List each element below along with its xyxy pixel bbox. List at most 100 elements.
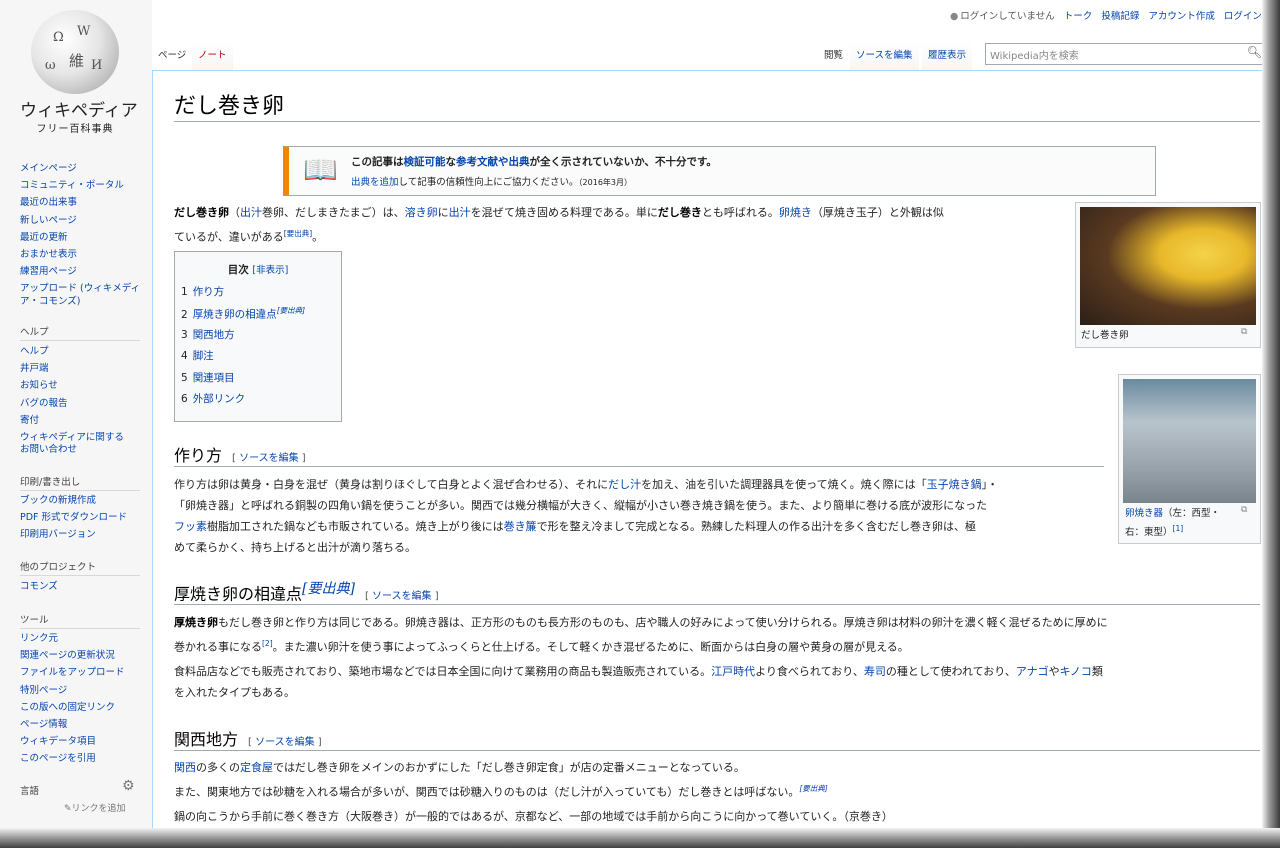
nav-village-pump[interactable]: 井戸端 (20, 360, 124, 377)
contributions-link[interactable]: 投稿記録 (1101, 11, 1139, 22)
toc-item[interactable]: 5 関連項目 (181, 370, 235, 385)
section-heading: 関西地方[ ソースを編集 ] (174, 730, 322, 749)
tab-page[interactable]: ページ (152, 42, 193, 70)
dashi-link[interactable]: 出汁 (240, 206, 262, 219)
nav-main: メインページ コミュニティ・ポータル 最近の出来事 新しいページ 最近の更新 お… (20, 160, 140, 315)
tab-read[interactable]: 閲覧 (818, 42, 850, 70)
tools-heading: ツール (20, 612, 140, 629)
add-links-button[interactable]: ✎リンクを追加 (64, 801, 126, 814)
section-paragraph: 厚焼き卵もだし巻き卵と作り方は同じである。卵焼き器は、正方形のものも長方形のもの… (174, 616, 1108, 654)
enlarge-icon[interactable]: ⧉ (1241, 505, 1247, 515)
sidebar: Ω W 維 ω И ウィキペディア フリー百科事典 メインページ コミュニティ・… (0, 0, 152, 828)
nav-current-events[interactable]: 最近の出来事 (20, 194, 140, 211)
login-link[interactable]: ログイン (1224, 11, 1262, 22)
section-divider (174, 750, 1260, 751)
edit-source-link[interactable]: ソースを編集 (255, 737, 315, 748)
toc-header: 目次 [非表示] (227, 264, 289, 276)
logo-subtitle: フリー百科事典 (36, 124, 114, 135)
thumbnail-pans: 卵焼き器（左：西型・ 右：東型）[1] ⧉ (1118, 374, 1261, 544)
thumbnail-caption: 卵焼き器（左：西型・ 右：東型）[1] (1125, 508, 1221, 539)
edit-source-link[interactable]: ソースを編集 (372, 591, 432, 602)
search-icon[interactable]: 🔍︎ (1247, 45, 1262, 59)
nav-recent-changes[interactable]: 最近の更新 (20, 229, 140, 246)
references-link[interactable]: 参考文献や出典 (456, 156, 530, 168)
nav-tools: リンク元 関連ページの更新状況 ファイルをアップロード 特別ページ この版への固… (20, 630, 125, 768)
toc-item[interactable]: 3 関西地方 (181, 327, 235, 342)
book-icon: 📖 (303, 153, 338, 186)
section-heading: 作り方[ ソースを編集 ] (174, 446, 306, 465)
nav-download-pdf[interactable]: PDF 形式でダウンロード (20, 509, 127, 526)
gear-icon[interactable]: ⚙ (122, 778, 135, 794)
nav-announcements[interactable]: お知らせ (20, 377, 124, 394)
tab-talk[interactable]: ノート (192, 42, 233, 70)
nav-page-info[interactable]: ページ情報 (20, 716, 125, 733)
section-divider (174, 466, 1104, 467)
talk-link[interactable]: トーク (1064, 11, 1093, 22)
toc-item[interactable]: 6 外部リンク (181, 391, 245, 406)
section-heading: 厚焼き卵の相違点[要出典][ ソースを編集 ] (174, 581, 439, 604)
wikipedia-logo[interactable]: Ω W 維 ω И ウィキペディア フリー百科事典 (20, 10, 138, 135)
nav-contact[interactable]: ウィキペディアに関する お問い合わせ (20, 429, 124, 456)
section-paragraph: 作り方は卵は黄身・白身を混ぜ（黄身は割りほぐして白身とよく混ぜ合わせる）、それに… (174, 478, 999, 554)
nav-what-links-here[interactable]: リンク元 (20, 630, 125, 647)
nav-help-item[interactable]: ヘルプ (20, 343, 124, 360)
nav-special-pages[interactable]: 特別ページ (20, 682, 125, 699)
nav-main-page[interactable]: メインページ (20, 160, 140, 177)
toc-item[interactable]: 2 厚焼き卵の相違点[要出典] (181, 305, 305, 322)
section-paragraph: 関西の多くの定食屋ではだし巻き卵をメインのおかずにした「だし巻き卵定食」が店の定… (174, 761, 828, 799)
toc-item[interactable]: 1 作り方 (181, 284, 224, 299)
search-placeholder: Wikipedia内を検索 (990, 51, 1079, 62)
other-projects-heading: 他のプロジェクト (20, 559, 140, 576)
enlarge-icon[interactable]: ⧉ (1241, 327, 1247, 337)
search-input[interactable]: Wikipedia内を検索 🔍︎ (985, 43, 1267, 65)
dashi-link-2[interactable]: 出汁 (449, 206, 471, 219)
nav-upload-file[interactable]: ファイルをアップロード (20, 664, 125, 681)
add-source-link[interactable]: 出典を追加 (351, 177, 399, 188)
notice-line1: この記事は検証可能な参考文献や出典が全く示されていないか、不十分です。 (351, 156, 717, 168)
frame-shadow-right (1262, 0, 1280, 848)
table-of-contents: 目次 [非表示] 1 作り方 2 厚焼き卵の相違点[要出典] 3 関西地方 4 脚注 5… (174, 251, 342, 422)
edit-source-link[interactable]: ソースを編集 (239, 453, 299, 464)
toc-toggle[interactable]: [非表示] (252, 265, 288, 276)
thumbnail-caption: だし巻き卵 (1081, 330, 1129, 341)
nav-random-page[interactable]: おまかせ表示 (20, 246, 140, 263)
section-divider (174, 604, 1260, 605)
nav-help: ヘルプ 井戸端 お知らせ バグの報告 寄付 ウィキペディアに関する お問い合わせ (20, 343, 124, 456)
section-paragraph: 鍋の向こうから手前に巻く巻き方（大阪巻き）が一般的ではあるが、京都など、一部の地… (174, 810, 893, 823)
beaten-egg-link[interactable]: 溶き卵 (405, 206, 438, 219)
tab-edit-source[interactable]: ソースを編集 (850, 42, 919, 70)
personal-tools: ● ログインしていません トーク 投稿記録 アカウント作成 ログイン (950, 8, 1262, 22)
toc-item[interactable]: 4 脚注 (181, 348, 214, 363)
nav-other-projects: コモンズ (20, 578, 58, 595)
not-logged-in-text: ログインしていません (960, 11, 1055, 22)
logo-title: ウィキペディア (20, 101, 138, 121)
section-paragraph: 食料品店などでも販売されており、築地市場などでは日本全国に向けて業務用の商品も製… (174, 665, 1103, 699)
nav-cite-page[interactable]: このページを引用 (20, 750, 125, 767)
nav-print: ブックの新規作成 PDF 形式でダウンロード 印刷用バージョン (20, 492, 127, 544)
nav-wikidata-item[interactable]: ウィキデータ項目 (20, 733, 125, 750)
nav-related-changes[interactable]: 関連ページの更新状況 (20, 647, 125, 664)
citation-needed[interactable]: [要出典] (284, 229, 312, 238)
help-heading: ヘルプ (20, 324, 140, 341)
nav-community-portal[interactable]: コミュニティ・ポータル (20, 177, 140, 194)
print-heading: 印刷/書き出し (20, 474, 140, 491)
tab-history[interactable]: 履歴表示 (922, 42, 973, 70)
nav-permanent-link[interactable]: この版への固定リンク (20, 699, 125, 716)
nav-sandbox[interactable]: 練習用ページ (20, 263, 140, 280)
verifiable-link[interactable]: 検証可能 (404, 156, 446, 168)
tamagoyaki-link[interactable]: 卵焼き (779, 206, 812, 219)
nav-print-version[interactable]: 印刷用バージョン (20, 526, 127, 543)
nav-new-pages[interactable]: 新しいページ (20, 212, 140, 229)
nav-bug-report[interactable]: バグの報告 (20, 395, 124, 412)
nav-create-book[interactable]: ブックの新規作成 (20, 492, 127, 509)
create-account-link[interactable]: アカウント作成 (1148, 11, 1215, 22)
nav-donate[interactable]: 寄付 (20, 412, 124, 429)
pan-link[interactable]: 卵焼き器 (1125, 508, 1163, 519)
notice-box: 📖 この記事は検証可能な参考文献や出典が全く示されていないか、不十分です。 出典… (283, 146, 1156, 196)
tamagoyaki-pan-photo[interactable] (1123, 379, 1256, 503)
nav-commons[interactable]: コモンズ (20, 578, 58, 595)
globe-icon: Ω W 維 ω И (31, 10, 119, 94)
dashimaki-photo[interactable] (1080, 207, 1256, 325)
nav-upload[interactable]: アップロード (ウィキメディ ア・コモンズ) (20, 280, 140, 314)
user-icon: ● (950, 11, 959, 22)
